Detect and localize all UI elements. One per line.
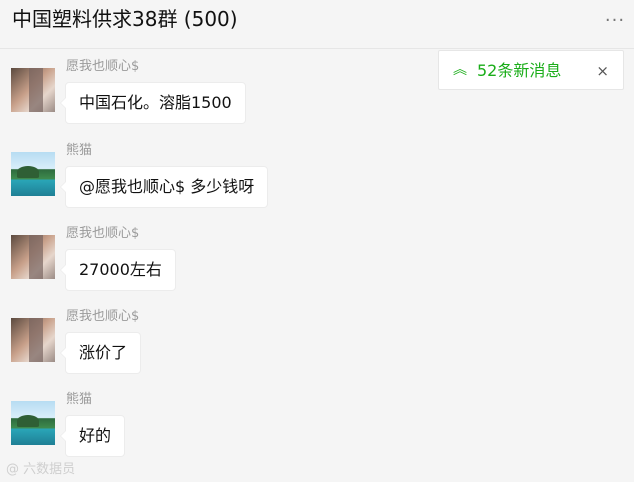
sender-name: 愿我也顺心$ <box>66 59 140 74</box>
watermark: @ 六数据员 <box>6 462 76 477</box>
message-row: 熊猫 @愿我也顺心$ 多少钱呀 <box>0 143 634 226</box>
chat-title: 中国塑料供求38群 (500) <box>12 7 238 31</box>
message-row: 愿我也顺心$ 27000左右 <box>0 226 634 309</box>
message-bubble[interactable]: 好的 <box>59 415 126 457</box>
message-bubble[interactable]: 27000左右 <box>60 249 176 291</box>
chat-header: 中国塑料供求38群 (500) ··· <box>0 0 634 49</box>
sender-name: 熊猫 <box>66 392 93 407</box>
sender-name: 熊猫 <box>66 143 93 158</box>
sender-name: 愿我也顺心$ <box>66 309 140 324</box>
close-icon[interactable]: × <box>596 60 609 82</box>
more-options-button[interactable]: ··· <box>602 12 628 30</box>
double-chevron-up-icon: ︽ <box>453 62 467 78</box>
avatar[interactable] <box>11 152 55 196</box>
avatar[interactable] <box>11 235 55 279</box>
avatar[interactable] <box>11 401 55 445</box>
avatar[interactable] <box>11 68 55 112</box>
new-messages-label[interactable]: 52条新消息 <box>477 60 561 82</box>
message-bubble[interactable]: 涨价了 <box>59 332 142 374</box>
message-bubble[interactable]: @愿我也顺心$ 多少钱呀 <box>59 166 269 208</box>
message-row: 熊猫 好的 <box>0 392 634 475</box>
sender-name: 愿我也顺心$ <box>66 226 140 241</box>
message-bubble[interactable]: 中国石化。溶脂1500 <box>60 82 246 124</box>
avatar[interactable] <box>11 318 55 362</box>
new-messages-banner[interactable]: ︽ 52条新消息 × <box>438 50 624 90</box>
message-row: 愿我也顺心$ 涨价了 <box>0 309 634 392</box>
